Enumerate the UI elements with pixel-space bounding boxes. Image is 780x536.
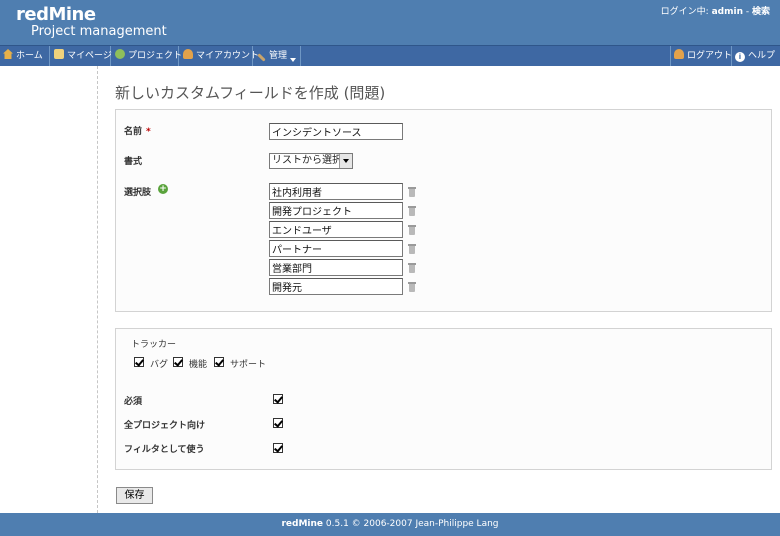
chevron-down-icon[interactable] — [339, 154, 352, 168]
logged-as-label: ログイン中: — [660, 7, 709, 17]
values-label: 選択肢 — [124, 188, 152, 198]
add-value-icon[interactable]: + — [158, 184, 168, 194]
trash-icon[interactable] — [408, 244, 416, 254]
menu-my-page[interactable]: マイページ — [51, 46, 112, 66]
for-all-checkbox[interactable] — [273, 418, 283, 428]
menu-home-label: ホーム — [16, 51, 43, 61]
menu-home[interactable]: ホーム — [0, 46, 50, 66]
menu-logout[interactable]: ログアウト — [670, 46, 733, 66]
filter-label: フィルタとして使う — [124, 445, 205, 455]
trash-icon[interactable] — [408, 206, 416, 216]
format-label: 書式 — [124, 157, 143, 167]
tracker-support-label: サポート — [230, 360, 267, 370]
user-icon — [183, 49, 193, 59]
menu-logout-label: ログアウト — [687, 51, 733, 61]
tracker-support-checkbox[interactable] — [214, 357, 224, 367]
page-title: 新しいカスタムフィールドを作成 (問題) — [115, 84, 386, 102]
logged-as: ログイン中: admin - 検索 — [661, 4, 770, 17]
header-separator: - — [745, 7, 750, 17]
value-input[interactable] — [269, 278, 403, 295]
name-label-text: 名前 — [124, 127, 143, 137]
main-menu: ホーム マイページ プロジェクト マイアカウント 管理 ログアウト i ヘルプ — [0, 45, 780, 66]
value-input[interactable] — [269, 240, 403, 257]
user-link[interactable]: admin — [712, 7, 743, 17]
for-all-label: 全プロジェクト向け — [124, 421, 206, 431]
menu-my-page-label: マイページ — [67, 51, 112, 61]
menu-administration[interactable]: 管理 — [254, 46, 301, 66]
menu-my-account-label: マイアカウント — [196, 51, 260, 61]
tracker-bug-label: バグ — [150, 360, 169, 370]
options-box — [115, 328, 772, 470]
tracker-legend: トラッカー — [129, 337, 179, 350]
menu-help[interactable]: i ヘルプ — [731, 46, 780, 66]
value-input[interactable] — [269, 221, 403, 238]
mypage-icon — [54, 49, 64, 59]
required-checkbox[interactable] — [273, 394, 283, 404]
value-input[interactable] — [269, 202, 403, 219]
required-mark: * — [146, 127, 151, 137]
page: redMine Project management ログイン中: admin … — [0, 0, 780, 536]
filter-checkbox[interactable] — [273, 443, 283, 453]
menu-projects[interactable]: プロジェクト — [112, 46, 183, 66]
name-label: 名前 * — [124, 124, 151, 137]
trash-icon[interactable] — [408, 225, 416, 235]
chevron-down-icon — [290, 58, 297, 62]
projects-icon — [115, 49, 125, 59]
footer: redMine 0.5.1 © 2006-2007 Jean-Philippe … — [0, 513, 780, 536]
tracker-feature-checkbox[interactable] — [173, 357, 183, 367]
name-input[interactable] — [269, 123, 403, 140]
app-subtitle: Project management — [31, 24, 167, 39]
search-link[interactable]: 検索 — [752, 7, 770, 17]
tracker-bug-checkbox[interactable] — [134, 357, 144, 367]
menu-projects-label: プロジェクト — [128, 51, 183, 61]
sidebar — [0, 66, 98, 513]
info-icon: i — [735, 52, 745, 62]
trash-icon[interactable] — [408, 282, 416, 292]
trash-icon[interactable] — [408, 263, 416, 273]
value-input[interactable] — [269, 183, 403, 200]
value-input[interactable] — [269, 259, 403, 276]
custom-field-box — [115, 109, 772, 312]
tracker-feature-label: 機能 — [189, 360, 208, 370]
hammer-icon — [257, 53, 266, 62]
required-label: 必須 — [124, 397, 143, 407]
menu-my-account[interactable]: マイアカウント — [180, 46, 259, 66]
app-logo: redMine — [16, 4, 96, 25]
format-select[interactable]: リストから選択 — [269, 153, 353, 169]
trash-icon[interactable] — [408, 187, 416, 197]
save-button[interactable]: 保存 — [116, 487, 153, 504]
menu-help-label: ヘルプ — [748, 51, 776, 61]
footer-app-name[interactable]: redMine — [281, 519, 323, 529]
menu-administration-label: 管理 — [269, 51, 288, 61]
logout-icon — [674, 49, 684, 59]
footer-text: 0.5.1 © 2006-2007 Jean-Philippe Lang — [325, 519, 499, 529]
header: redMine Project management ログイン中: admin … — [0, 0, 780, 45]
format-select-value: リストから選択 — [272, 155, 342, 166]
home-icon — [3, 49, 13, 59]
